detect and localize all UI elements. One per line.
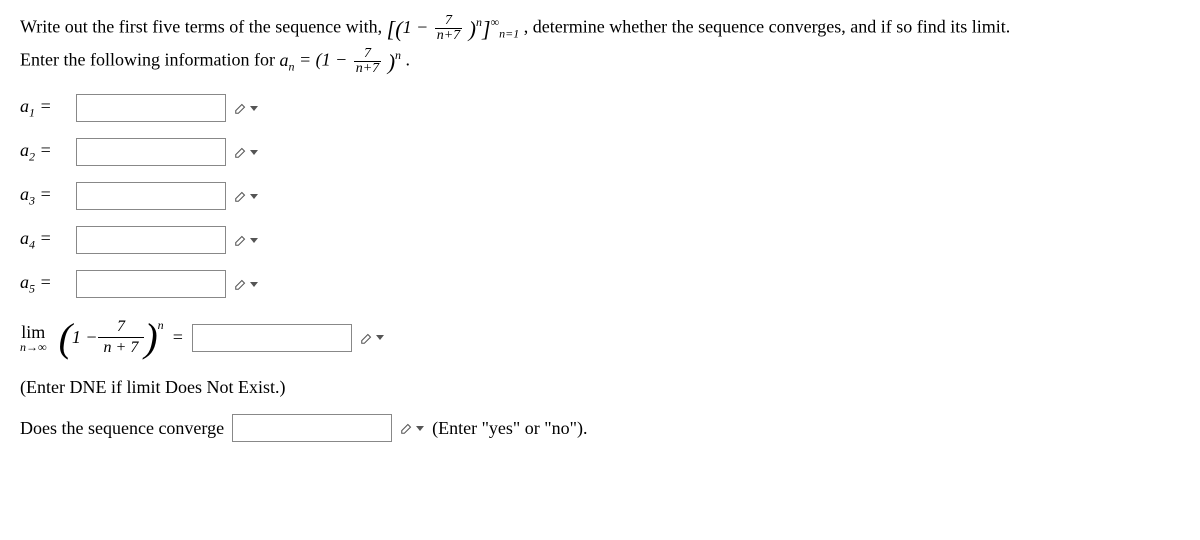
dne-note: (Enter DNE if limit Does Not Exist.) (20, 377, 1180, 398)
a3-input[interactable] (76, 182, 226, 210)
limit-expression: lim n→∞ (20, 323, 47, 353)
term-row-1: a1 = (20, 94, 1180, 122)
chevron-down-icon (250, 194, 258, 199)
intro-line1b: , determine whether the sequence converg… (524, 17, 1011, 37)
chevron-down-icon (250, 150, 258, 155)
term-row-4: a4 = (20, 226, 1180, 254)
chevron-down-icon (416, 426, 424, 431)
equation-editor-icon[interactable] (234, 145, 258, 159)
equation-editor-icon[interactable] (400, 421, 424, 435)
a4-input[interactable] (76, 226, 226, 254)
term-row-5: a5 = (20, 270, 1180, 298)
limit-row: lim n→∞ ( 1 − 7 n + 7 ) n = (20, 314, 1180, 361)
chevron-down-icon (250, 238, 258, 243)
term-row-2: a2 = (20, 138, 1180, 166)
converge-row: Does the sequence converge (Enter "yes" … (20, 414, 1180, 442)
converge-question: Does the sequence converge (20, 418, 224, 439)
term-row-3: a3 = (20, 182, 1180, 210)
converge-hint: (Enter "yes" or "no"). (432, 418, 587, 439)
equation-editor-icon[interactable] (234, 277, 258, 291)
chevron-down-icon (250, 282, 258, 287)
infinity-sup: ∞ (491, 15, 500, 29)
intro-line2a: Enter the following information for (20, 50, 279, 70)
intro-text: Write out the first five terms of the se… (20, 12, 1180, 78)
n-eq-1-sub: n=1 (499, 26, 519, 40)
a2-input[interactable] (76, 138, 226, 166)
equation-editor-icon[interactable] (234, 189, 258, 203)
converge-input[interactable] (232, 414, 392, 442)
equation-editor-icon[interactable] (234, 101, 258, 115)
intro-line1a: Write out the first five terms of the se… (20, 17, 387, 37)
equation-editor-icon[interactable] (234, 233, 258, 247)
equation-editor-icon[interactable] (360, 331, 384, 345)
chevron-down-icon (250, 106, 258, 111)
chevron-down-icon (376, 335, 384, 340)
a1-input[interactable] (76, 94, 226, 122)
limit-input[interactable] (192, 324, 352, 352)
a5-input[interactable] (76, 270, 226, 298)
